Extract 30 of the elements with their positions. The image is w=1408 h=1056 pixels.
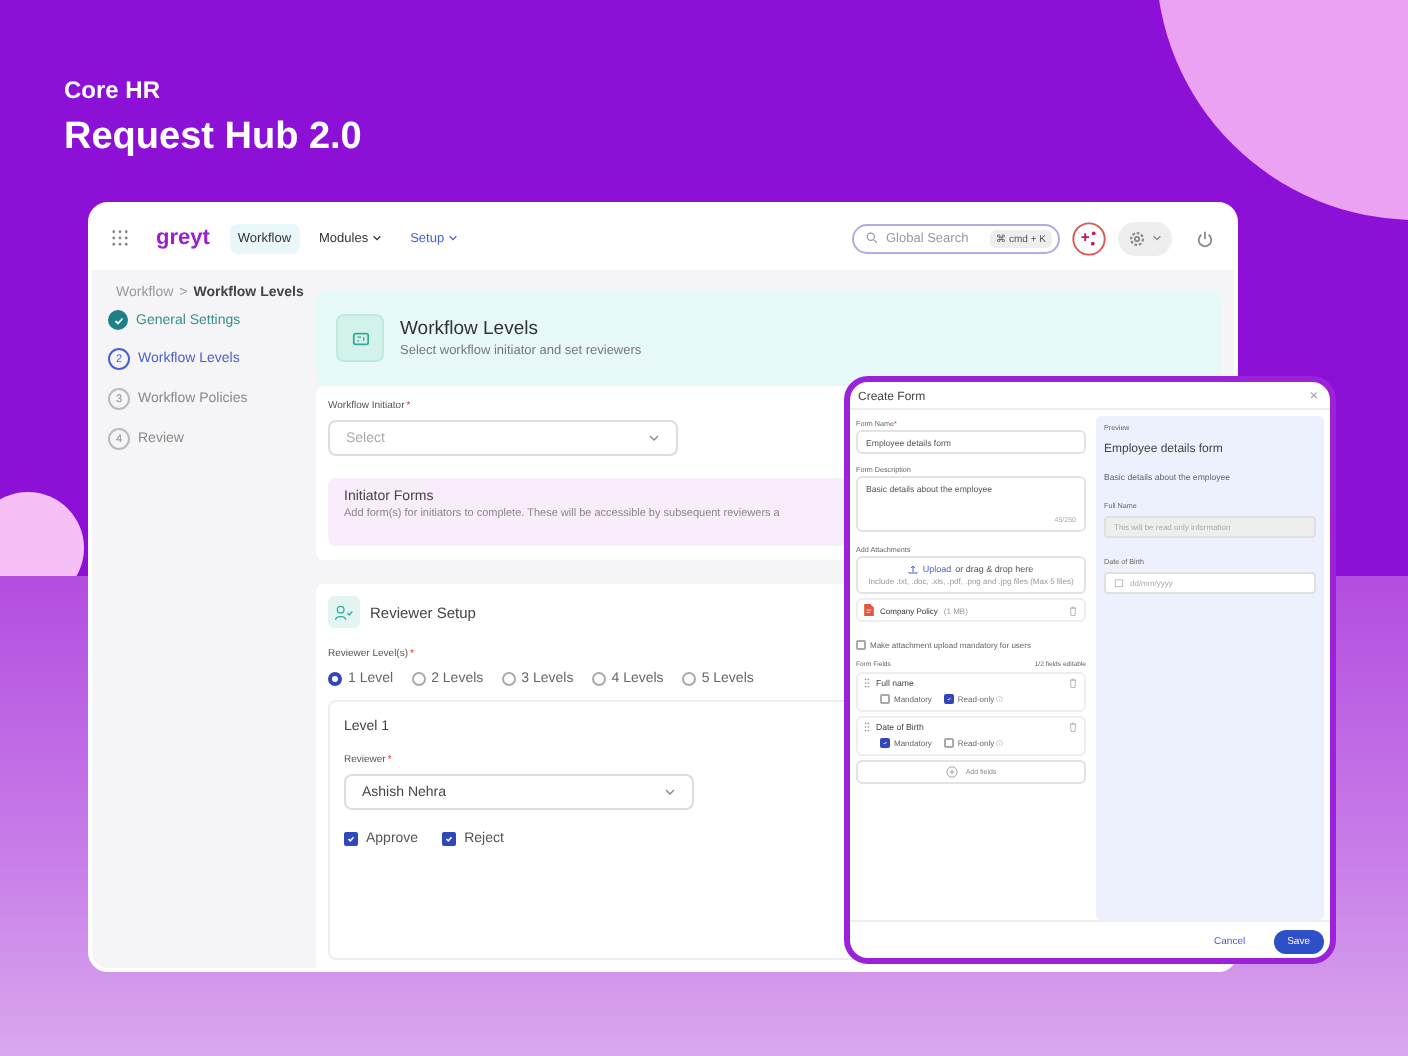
caret-icon [372, 234, 383, 242]
checkmark-icon [945, 696, 952, 702]
section-title: Workflow Levels [400, 318, 538, 340]
form-icon [336, 314, 384, 362]
checkmark-icon [346, 834, 356, 844]
person-check-icon [328, 596, 360, 628]
info-icon [996, 695, 1004, 703]
apps-grid-icon[interactable] [112, 230, 128, 246]
sparkle-icon[interactable] [1072, 221, 1106, 255]
trash-icon[interactable] [1068, 678, 1078, 688]
upload-icon [908, 564, 919, 574]
caret-icon [448, 234, 459, 242]
document-icon [864, 604, 874, 616]
chevron-down-icon [648, 434, 660, 442]
trash-icon[interactable] [1068, 605, 1078, 615]
caret-icon [1152, 234, 1162, 242]
page-title: Request Hub 2.0 [64, 116, 362, 160]
search-icon [866, 232, 878, 244]
trash-icon[interactable] [1068, 722, 1078, 732]
settings-button[interactable] [1118, 221, 1172, 255]
logo: greyt [156, 226, 210, 250]
eyebrow-text: Core HR [64, 76, 163, 104]
checkmark-icon [882, 740, 888, 746]
checkmark-icon [444, 834, 455, 844]
calendar-icon [1114, 578, 1124, 588]
power-icon[interactable] [1196, 229, 1214, 247]
info-icon [996, 739, 1004, 747]
gear-icon [1128, 229, 1146, 247]
chevron-down-icon [664, 788, 676, 796]
plus-circle-icon [945, 766, 958, 778]
